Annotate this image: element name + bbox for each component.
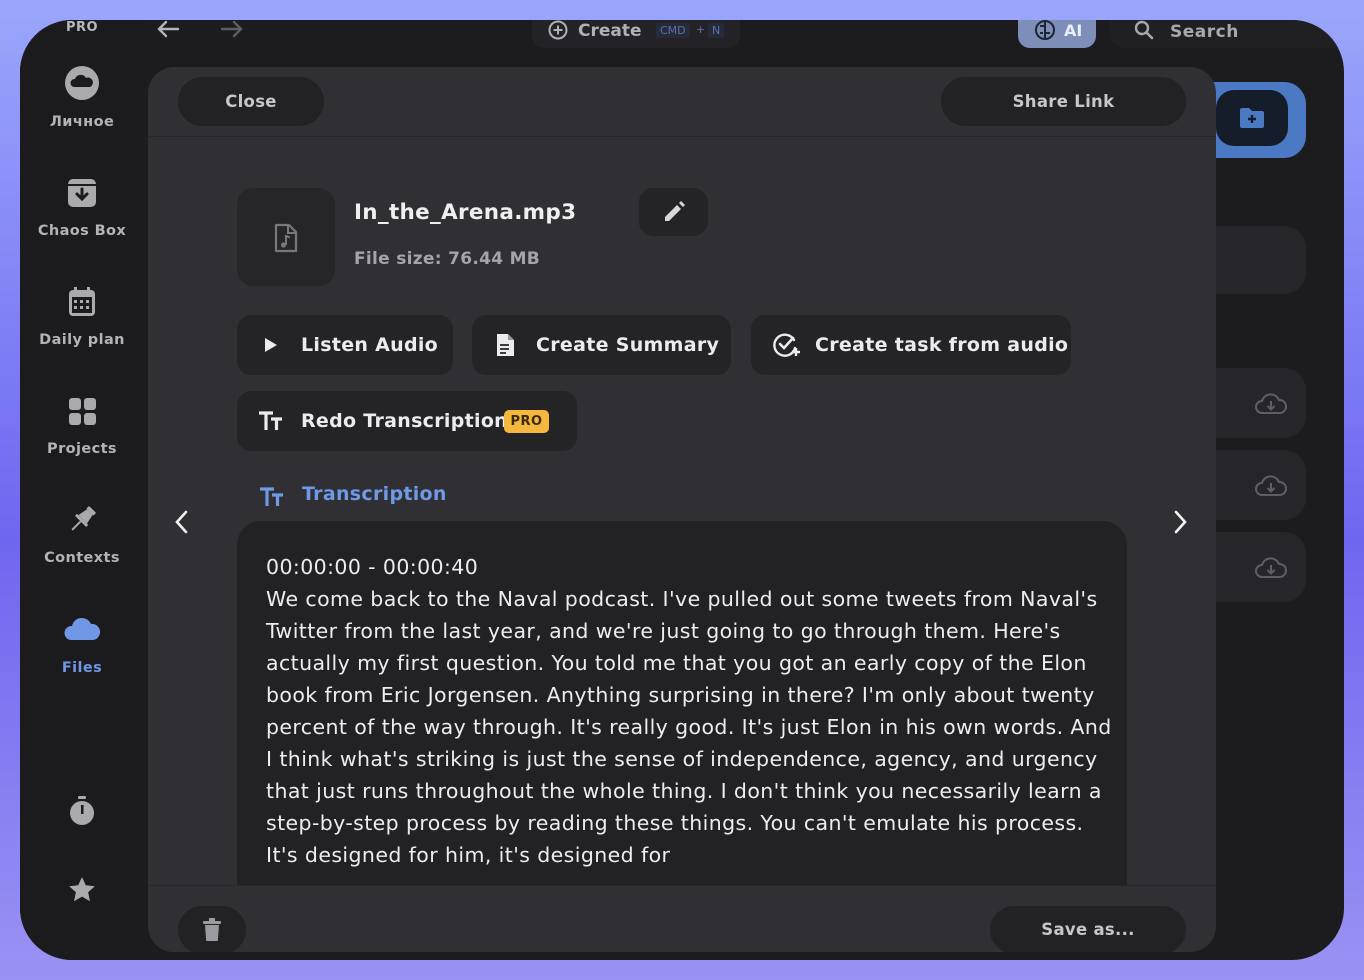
- sidebar-item-daily-plan[interactable]: Daily plan: [20, 284, 144, 348]
- search-bar[interactable]: Search: [1110, 20, 1344, 48]
- document-icon: [497, 334, 514, 356]
- sidebar-item-projects[interactable]: Projects: [20, 393, 144, 457]
- cloud-download-icon[interactable]: [1254, 556, 1288, 580]
- sidebar-item-label: Files: [61, 660, 103, 676]
- transcription-heading-label: Transcription: [302, 483, 447, 505]
- trash-icon: [203, 918, 221, 941]
- ai-label: AI: [1064, 21, 1083, 40]
- shortcut-cmd: CMD: [656, 23, 690, 38]
- sidebar-item-personal[interactable]: Личное: [20, 64, 144, 130]
- share-link-button[interactable]: Share Link: [941, 77, 1186, 126]
- close-button[interactable]: Close: [178, 77, 324, 126]
- plus-circle-icon: [548, 20, 568, 40]
- modal-footer: Save as...: [148, 885, 1216, 952]
- pencil-icon: [665, 201, 685, 221]
- pro-label: PRO: [66, 20, 99, 35]
- brain-icon: [1035, 20, 1055, 40]
- transcription-text-area[interactable]: 00:00:00 - 00:00:40 We come back to the …: [237, 521, 1127, 921]
- sidebar-item-label: Chaos Box: [37, 223, 127, 239]
- sidebar: PRO Личное Chaos Box Daily plan Projects…: [20, 20, 144, 960]
- delete-button[interactable]: [178, 906, 246, 952]
- pin-icon: [71, 506, 96, 531]
- sidebar-item-contexts[interactable]: Contexts: [20, 502, 144, 566]
- ai-button[interactable]: AI: [1018, 20, 1096, 48]
- sidebar-item-label: Projects: [47, 441, 117, 457]
- sidebar-item-chaos-box[interactable]: Chaos Box: [20, 175, 144, 239]
- arrow-left-icon[interactable]: [156, 20, 180, 38]
- cloud-download-icon[interactable]: [1254, 474, 1288, 498]
- shortcut-key: N: [708, 23, 725, 38]
- create-button[interactable]: Create CMD + N: [532, 20, 740, 48]
- new-folder-button[interactable]: [1216, 90, 1288, 146]
- redo-transcription-label: Redo Transcription: [301, 410, 509, 432]
- audio-file-icon: [274, 223, 298, 253]
- sidebar-item-label: Contexts: [44, 550, 120, 566]
- cloud-icon: [64, 617, 101, 640]
- listen-audio-label: Listen Audio: [301, 334, 439, 356]
- listen-audio-button[interactable]: Listen Audio: [237, 315, 453, 375]
- search-label: Search: [1170, 22, 1239, 42]
- create-task-button[interactable]: Create task from audio: [751, 315, 1071, 375]
- file-size: File size: 76.44 MB: [354, 249, 541, 269]
- star-icon[interactable]: [66, 874, 98, 906]
- sidebar-item-files[interactable]: Files: [20, 612, 144, 676]
- archive-box-icon: [68, 179, 96, 207]
- file-detail-modal: Close Share Link In_the_Arena.mp3 File s…: [148, 67, 1216, 952]
- create-task-label: Create task from audio: [815, 334, 1069, 356]
- sidebar-item-label: Личное: [49, 114, 115, 130]
- timer-icon[interactable]: [65, 794, 99, 828]
- app-window: PRO Личное Chaos Box Daily plan Projects…: [20, 20, 1344, 960]
- create-label: Create: [578, 21, 642, 41]
- chevron-right-icon[interactable]: [1170, 508, 1190, 536]
- rename-button[interactable]: [639, 188, 708, 236]
- sidebar-item-label: Daily plan: [39, 332, 125, 348]
- play-icon: [265, 338, 277, 352]
- file-thumbnail: [237, 188, 335, 286]
- grid-icon: [69, 398, 96, 425]
- pro-badge: PRO: [504, 410, 549, 433]
- task-add-icon: [773, 333, 800, 357]
- search-icon: [1134, 20, 1154, 40]
- calendar-icon: [69, 287, 95, 316]
- text-format-icon: [260, 487, 283, 506]
- redo-transcription-button[interactable]: Redo Transcription PRO: [237, 391, 577, 451]
- create-summary-label: Create Summary: [536, 334, 720, 356]
- cloud-download-icon[interactable]: [1254, 392, 1288, 416]
- chevron-left-icon[interactable]: [172, 508, 192, 536]
- folder-plus-icon: [1240, 108, 1264, 128]
- transcription-text: We come back to the Naval podcast. I've …: [266, 587, 1112, 867]
- cloud-icon: [65, 66, 99, 100]
- file-name: In_the_Arena.mp3: [354, 200, 577, 225]
- create-summary-button[interactable]: Create Summary: [472, 315, 731, 375]
- arrow-right-icon[interactable]: [220, 20, 244, 38]
- text-format-icon: [259, 411, 282, 430]
- save-as-button[interactable]: Save as...: [990, 906, 1186, 952]
- shortcut-plus: +: [696, 23, 706, 36]
- modal-header: Close Share Link: [148, 67, 1216, 137]
- transcription-timestamp: 00:00:00 - 00:00:40: [266, 555, 479, 579]
